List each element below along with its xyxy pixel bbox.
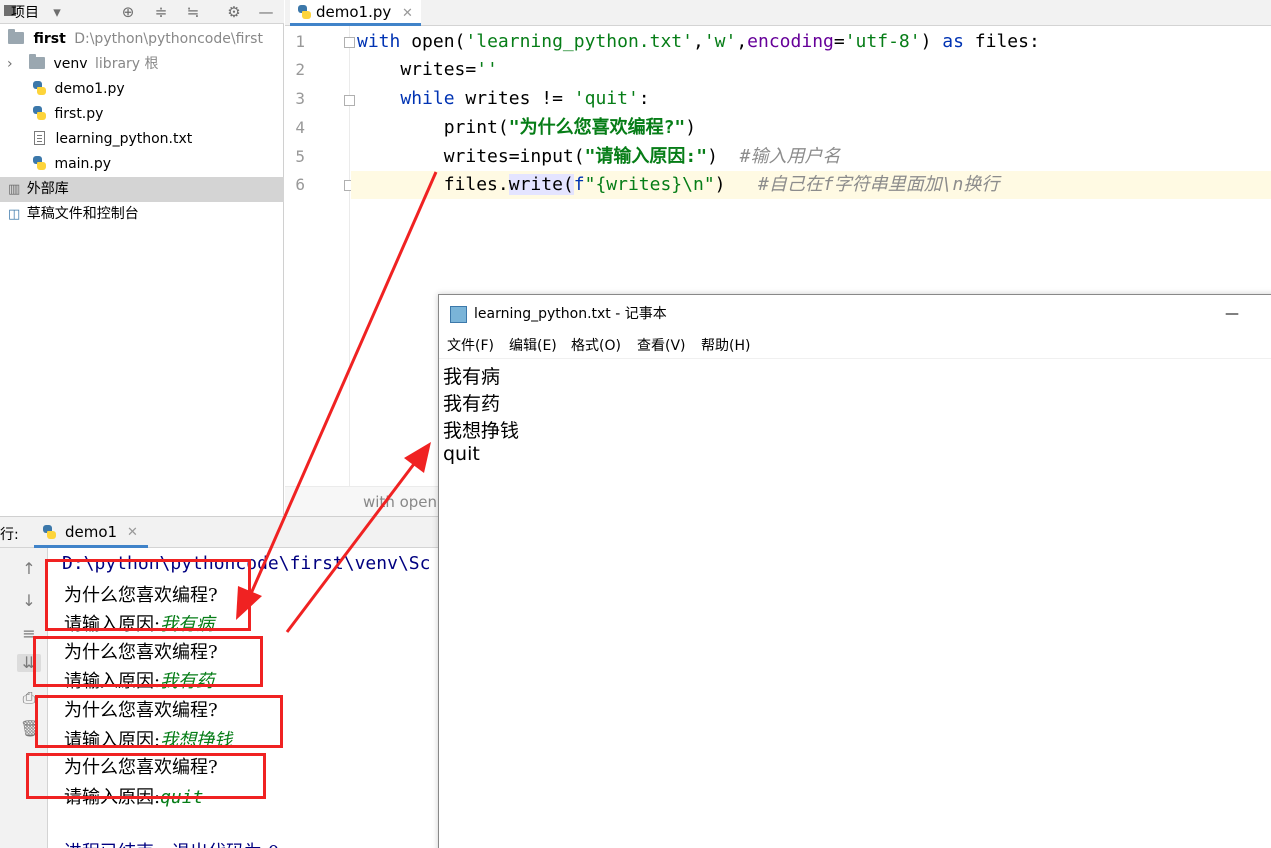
annotation-arrows [236,171,438,633]
annotation-arrowhead [404,442,431,473]
annotation-arrow-line [244,171,438,606]
annotation-arrow-line [285,455,422,633]
annotation-arrowhead [236,586,262,620]
